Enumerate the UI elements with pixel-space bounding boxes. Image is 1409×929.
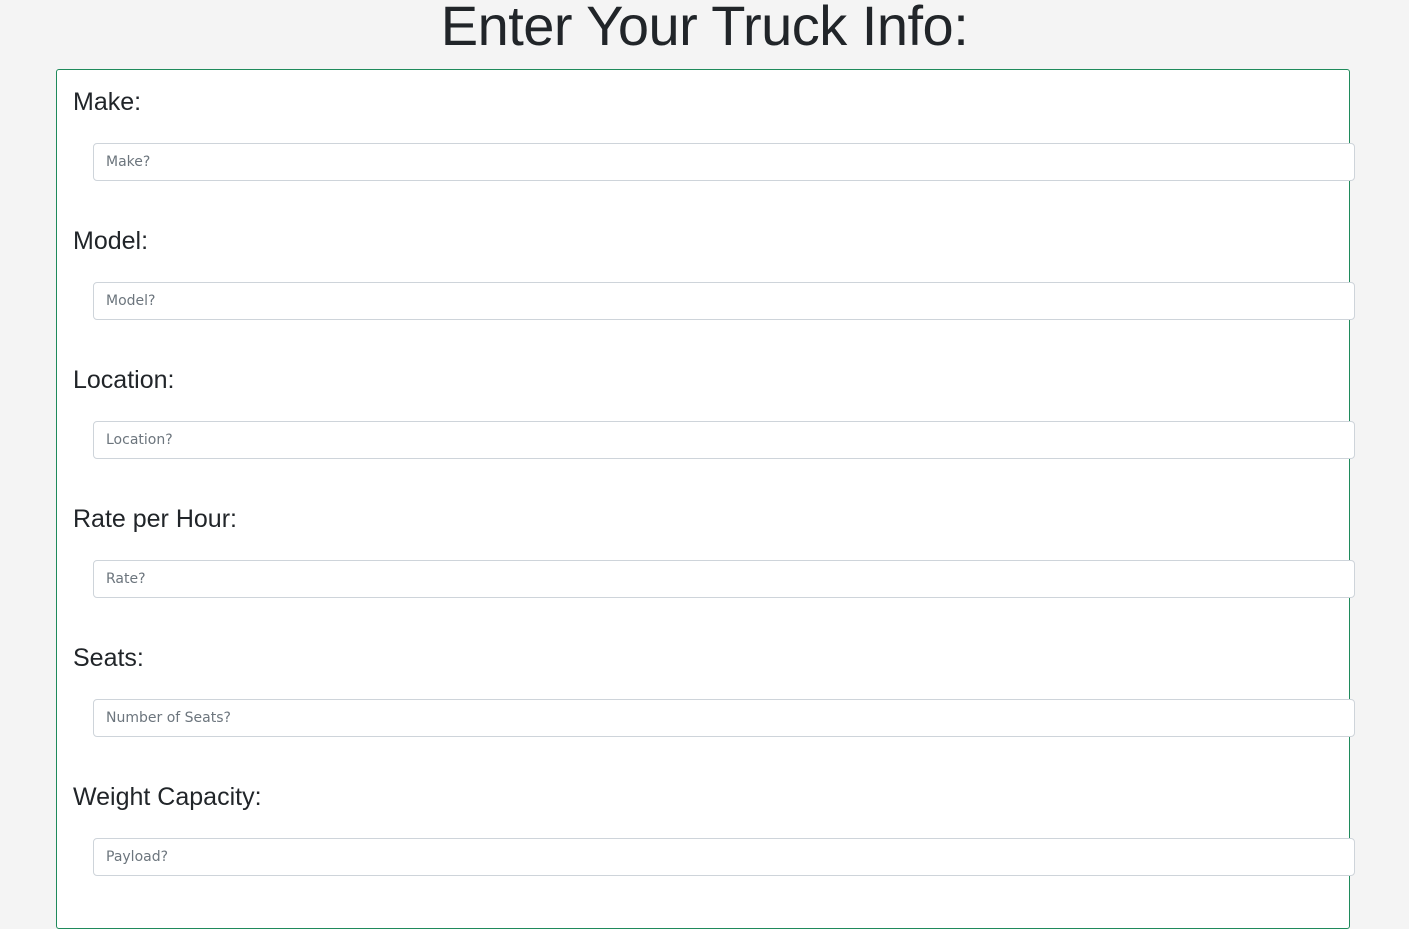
rate-field-group: Rate per Hour: (57, 487, 1355, 607)
location-label: Location: (73, 366, 175, 394)
rate-input[interactable] (93, 560, 1355, 598)
model-label: Model: (73, 227, 149, 255)
model-input[interactable] (93, 282, 1355, 320)
page-title: Enter Your Truck Info: (440, 0, 969, 57)
seats-label: Seats: (73, 644, 144, 672)
location-input[interactable] (93, 421, 1355, 459)
make-field-group: Make: (57, 70, 1355, 190)
weight-capacity-field-group: Weight Capacity: (57, 765, 1355, 885)
seats-field-group: Seats: (57, 626, 1355, 746)
weight-capacity-label: Weight Capacity: (73, 783, 262, 811)
payload-input[interactable] (93, 838, 1355, 876)
model-field-group: Model: (57, 209, 1355, 329)
make-label: Make: (73, 88, 142, 116)
seats-input[interactable] (93, 699, 1355, 737)
rate-label: Rate per Hour: (73, 505, 237, 533)
truck-info-form: Make: Model: Location: Rate per Hour: Se… (56, 69, 1355, 929)
make-input[interactable] (93, 143, 1355, 181)
location-field-group: Location: (57, 348, 1355, 468)
